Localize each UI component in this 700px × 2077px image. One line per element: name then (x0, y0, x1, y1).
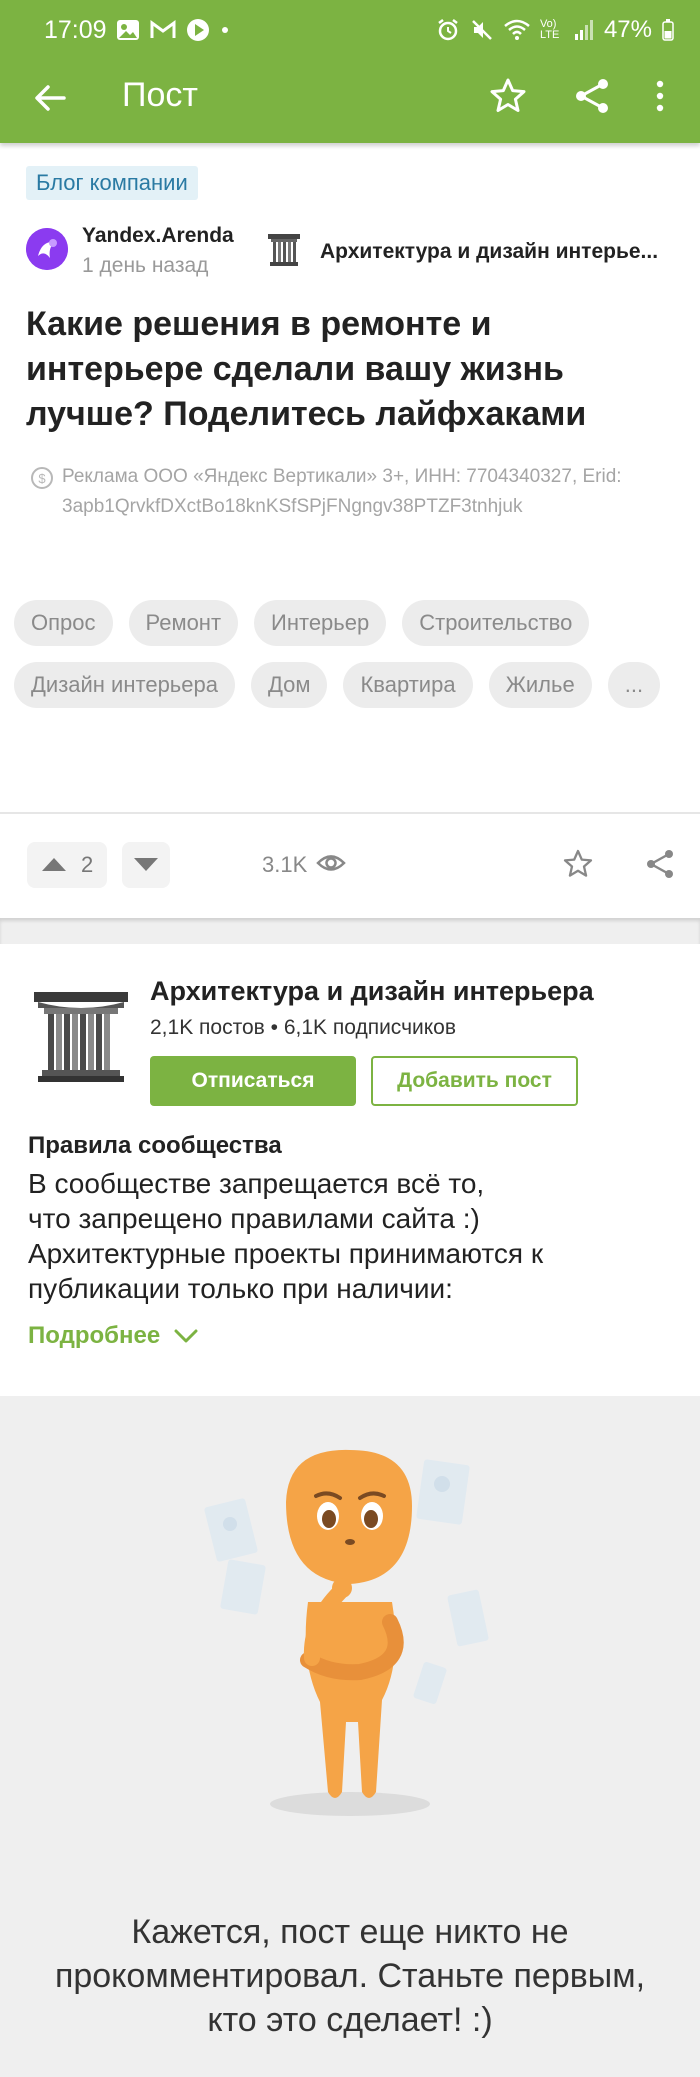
app-bar: Пост (0, 60, 700, 143)
share-icon[interactable] (572, 76, 612, 116)
tag-chip[interactable]: Строительство (402, 600, 590, 646)
add-post-button[interactable]: Добавить пост (371, 1056, 578, 1106)
more-vertical-icon[interactable] (648, 76, 672, 116)
rules-title: Правила сообщества (28, 1132, 282, 1159)
empty-message-line: прокомментировал. Станьте первым, (54, 1957, 646, 1995)
downvote-button[interactable] (122, 842, 170, 888)
share-post-icon[interactable] (644, 848, 676, 880)
views-count: 3.1K (262, 852, 308, 877)
bookmark-star-icon[interactable] (488, 76, 528, 116)
top-bar: 17:09 Vo) LTE 47% Пост (0, 0, 700, 143)
downvote-arrow-icon (134, 858, 158, 871)
tags-more-chip[interactable]: ... (607, 662, 661, 708)
app-bar-title: Пост (122, 76, 198, 114)
alarm-icon (438, 19, 458, 41)
post-community-name[interactable]: Архитектура и дизайн интерье... (320, 240, 658, 264)
rules-line: что запрещено правилами сайта :) (28, 1203, 480, 1234)
post-title: Какие решения в ремонте и интерьере сдел… (26, 305, 587, 433)
network-label: Vo) LTE (539, 18, 560, 41)
post-date: 1 день назад (82, 254, 209, 277)
tag-list: Опрос Ремонт Интерьер Строительство Диза… (14, 600, 694, 708)
ad-text-line1: Реклама ООО «Яндекс Вертикали» 3+, ИНН: … (62, 466, 622, 487)
play-icon (187, 19, 209, 41)
tag-chip[interactable]: Квартира (343, 662, 473, 708)
battery-percent: 47% (603, 16, 652, 43)
tag-chip[interactable]: Интерьер (254, 600, 387, 646)
community-column-logo-icon[interactable] (32, 988, 130, 1084)
tag-chip[interactable]: Дизайн интерьера (14, 662, 235, 708)
empty-message-line: Кажется, пост еще никто не (131, 1913, 569, 1951)
company-blog-badge[interactable]: Блог компании (26, 166, 198, 200)
ad-text-line2: 3apb1QrvkfDXctBo18knKSfSPjFNgngv38PTZF3t… (62, 496, 523, 517)
status-bar: 17:09 Vo) LTE 47% (0, 0, 700, 60)
empty-comments: Кажется, пост еще никто не прокомментиро… (0, 1396, 700, 2077)
post-actions: 2 3.1K (0, 814, 700, 918)
eye-icon (316, 855, 346, 871)
battery-icon (662, 19, 674, 41)
vote-count: 2 (81, 852, 94, 877)
community-stats: 2,1K постов • 6,1K подписчиков (150, 1016, 456, 1039)
unsubscribe-button[interactable]: Отписаться (150, 1056, 356, 1106)
column-icon (268, 234, 300, 266)
tag-chip[interactable]: Жилье (488, 662, 592, 708)
status-time: 17:09 (44, 16, 107, 44)
section-separator (0, 918, 700, 944)
tag-chip[interactable]: Дом (250, 662, 328, 708)
wifi-icon (504, 19, 530, 40)
more-link[interactable]: Подробнее (28, 1322, 160, 1350)
tag-chip[interactable]: Опрос (14, 600, 113, 646)
post-community-link[interactable]: Архитектура и дизайн интерье... (266, 232, 666, 272)
gallery-icon (117, 20, 139, 40)
upvote-button[interactable]: 2 (27, 842, 107, 888)
upvote-arrow-icon (42, 858, 66, 871)
yandex-arenda-logo-icon (26, 228, 68, 270)
empty-comments-message: Кажется, пост еще никто не прокомментиро… (10, 1910, 690, 2042)
community-card: Архитектура и дизайн интерьера 2,1K пост… (0, 944, 700, 1396)
empty-message-line: кто это сделает! :) (207, 2001, 493, 2039)
thinking-character-illustration (204, 1449, 489, 1816)
community-name[interactable]: Архитектура и дизайн интерьера (150, 976, 594, 1007)
author-avatar[interactable] (26, 228, 68, 270)
mute-icon (472, 20, 492, 40)
author-name[interactable]: Yandex.Arenda (82, 224, 234, 248)
signal-icon (574, 20, 593, 40)
tag-chip[interactable]: Ремонт (128, 600, 239, 646)
rules-line: В сообществе запрещается всё то, (28, 1168, 485, 1199)
rules-text: В сообществе запрещается всё то, что зап… (28, 1166, 668, 1306)
gmail-icon (150, 20, 176, 38)
back-arrow-icon[interactable] (30, 78, 70, 118)
rules-line: Архитектурные проекты принимаются к (28, 1238, 544, 1269)
dot-icon (222, 27, 228, 33)
rules-line: публикации только при наличии: (28, 1273, 453, 1304)
svg-text:$: $ (38, 471, 46, 486)
save-star-icon[interactable] (562, 848, 594, 880)
ad-coin-icon: $ (31, 467, 53, 489)
chevron-down-icon[interactable] (174, 1328, 198, 1344)
